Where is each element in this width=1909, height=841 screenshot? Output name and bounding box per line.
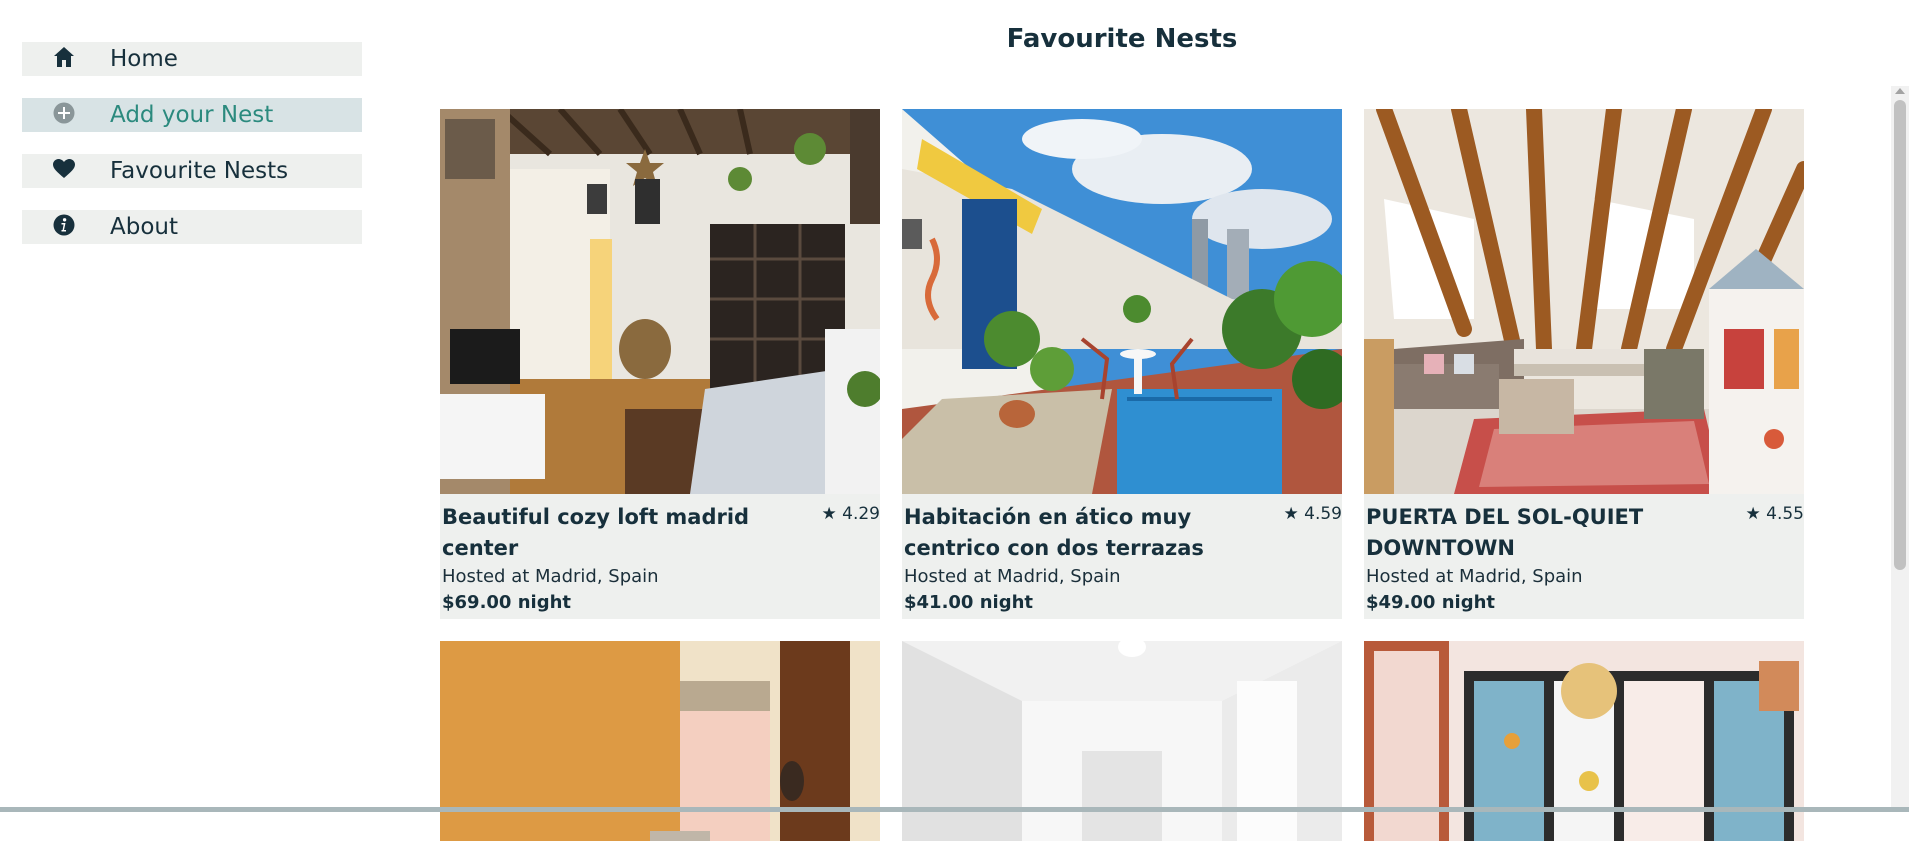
- heart-icon: [22, 154, 110, 188]
- listing-photo[interactable]: [902, 109, 1342, 494]
- listing-location: Hosted at Madrid, Spain: [442, 564, 878, 590]
- bottom-divider: [0, 807, 1909, 812]
- sidebar-item-label: About: [110, 214, 178, 240]
- home-icon: [22, 42, 110, 76]
- sidebar-item-label: Home: [110, 46, 178, 72]
- listing-title[interactable]: PUERTA DEL SOL-QUIET DOWNTOWN: [1366, 502, 1802, 564]
- sidebar-item-favourite-nests[interactable]: Favourite Nests: [22, 154, 362, 188]
- listing-rating: ★ 4.55: [1746, 504, 1805, 524]
- listing-location: Hosted at Madrid, Spain: [904, 564, 1340, 590]
- sidebar-item-add-nest[interactable]: Add your Nest: [22, 98, 362, 132]
- sidebar-nav: Home Add your Nest Favourite Nests About: [22, 42, 362, 266]
- listing-rating: ★ 4.29: [822, 504, 881, 524]
- listing-card[interactable]: Habitación en ático muy centrico con dos…: [902, 109, 1342, 619]
- scroll-thumb[interactable]: [1894, 100, 1906, 570]
- sidebar-item-about[interactable]: About: [22, 210, 362, 244]
- listing-card[interactable]: PUERTA DEL SOL-QUIET DOWNTOWN ★ 4.55 Hos…: [1364, 109, 1804, 619]
- listing-title[interactable]: Beautiful cozy loft madrid center: [442, 502, 878, 564]
- listing-price: $41.00 night: [904, 590, 1340, 616]
- listing-info: Beautiful cozy loft madrid center ★ 4.29…: [440, 494, 880, 619]
- page-title: Favourite Nests: [440, 24, 1804, 54]
- listing-price: $49.00 night: [1366, 590, 1802, 616]
- listing-card[interactable]: Beautiful cozy loft madrid center ★ 4.29…: [440, 109, 880, 619]
- sidebar-item-label: Add your Nest: [110, 102, 273, 128]
- plus-circle-icon: [22, 98, 110, 132]
- sidebar-item-label: Favourite Nests: [110, 158, 288, 184]
- scroll-up-arrow-icon[interactable]: [1895, 88, 1905, 94]
- listing-rating: ★ 4.59: [1284, 504, 1343, 524]
- listing-info: PUERTA DEL SOL-QUIET DOWNTOWN ★ 4.55 Hos…: [1364, 494, 1804, 619]
- listings-grid: Beautiful cozy loft madrid center ★ 4.29…: [440, 109, 1804, 841]
- listing-info: Habitación en ático muy centrico con dos…: [902, 494, 1342, 619]
- info-icon: [22, 210, 110, 244]
- listing-location: Hosted at Madrid, Spain: [1366, 564, 1802, 590]
- listing-title[interactable]: Habitación en ático muy centrico con dos…: [904, 502, 1340, 564]
- listing-photo[interactable]: [440, 109, 880, 494]
- page-scrollbar[interactable]: [1891, 86, 1909, 812]
- sidebar-item-home[interactable]: Home: [22, 42, 362, 76]
- listing-price: $69.00 night: [442, 590, 878, 616]
- listing-photo[interactable]: [1364, 109, 1804, 494]
